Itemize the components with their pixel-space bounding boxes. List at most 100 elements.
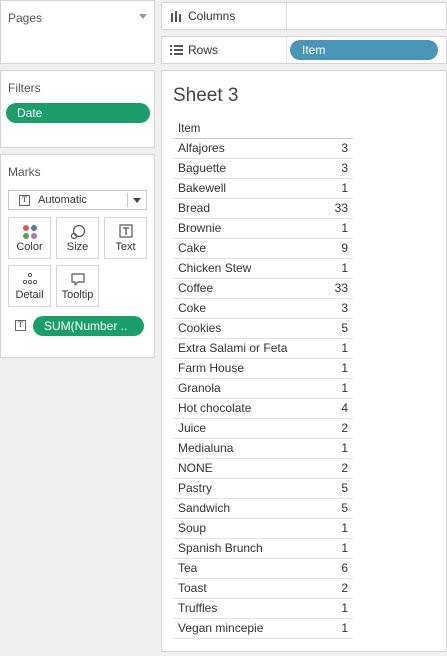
columns-shelf[interactable]: Columns bbox=[161, 2, 447, 30]
table-row[interactable]: Extra Salami or Feta 1 bbox=[173, 339, 353, 359]
tooltip-button[interactable]: Tooltip bbox=[56, 265, 99, 307]
dropdown-divider bbox=[127, 193, 128, 207]
marks-title: Marks bbox=[8, 165, 41, 179]
text-button[interactable]: Text bbox=[104, 217, 147, 259]
table-row[interactable]: Coke 3 bbox=[173, 299, 353, 319]
table-row[interactable]: Juice 2 bbox=[173, 419, 353, 439]
row-item-name[interactable]: Medialuna bbox=[178, 439, 233, 458]
row-value[interactable]: 5 bbox=[341, 479, 348, 498]
row-item-name[interactable]: Farm House bbox=[178, 359, 244, 378]
row-item-name[interactable]: Toast bbox=[178, 579, 207, 598]
row-item-name[interactable]: Baguette bbox=[178, 159, 226, 178]
table-row[interactable]: Bakewell 1 bbox=[173, 179, 353, 199]
row-item-name[interactable]: Granola bbox=[178, 379, 221, 398]
table-row[interactable]: Truffles 1 bbox=[173, 599, 353, 619]
row-item-name[interactable]: Chicken Stew bbox=[178, 259, 251, 278]
rows-shelf[interactable]: Rows Item bbox=[161, 36, 447, 64]
row-item-name[interactable]: Pastry bbox=[178, 479, 212, 498]
table-row[interactable]: Cake 9 bbox=[173, 239, 353, 259]
table-row[interactable]: Cookies 5 bbox=[173, 319, 353, 339]
row-item-name[interactable]: Soup bbox=[178, 519, 206, 538]
table-row[interactable]: Alfajores 3 bbox=[173, 139, 353, 159]
row-item-name[interactable]: Alfajores bbox=[178, 139, 225, 158]
row-value[interactable]: 9 bbox=[341, 239, 348, 258]
row-item-name[interactable]: Brownie bbox=[178, 219, 221, 238]
item-dimension-pill[interactable]: Item bbox=[290, 40, 438, 60]
row-item-name[interactable]: NONE bbox=[178, 459, 213, 478]
table-row[interactable]: Granola 1 bbox=[173, 379, 353, 399]
date-filter-pill[interactable]: Date bbox=[6, 103, 150, 123]
row-value[interactable]: 5 bbox=[341, 319, 348, 338]
row-value[interactable]: 6 bbox=[341, 559, 348, 578]
table-row[interactable]: Soup 1 bbox=[173, 519, 353, 539]
item-column-header[interactable]: Item bbox=[178, 123, 200, 135]
table-row[interactable]: Coffee 33 bbox=[173, 279, 353, 299]
row-value[interactable]: 3 bbox=[341, 159, 348, 178]
table-row[interactable]: Medialuna 1 bbox=[173, 439, 353, 459]
row-item-name[interactable]: Coke bbox=[178, 299, 206, 318]
table-row[interactable]: Hot chocolate 4 bbox=[173, 399, 353, 419]
detail-button[interactable]: Detail bbox=[8, 265, 51, 307]
chevron-down-icon[interactable] bbox=[139, 14, 147, 19]
row-item-name[interactable]: Bread bbox=[178, 199, 210, 218]
text-icon bbox=[118, 224, 133, 238]
row-item-name[interactable]: Hot chocolate bbox=[178, 399, 251, 418]
row-value[interactable]: 33 bbox=[335, 279, 348, 298]
row-value[interactable]: 2 bbox=[341, 579, 348, 598]
sum-number-pill[interactable]: SUM(Number .. bbox=[33, 316, 144, 336]
table-row[interactable]: Baguette 3 bbox=[173, 159, 353, 179]
row-value[interactable]: 5 bbox=[341, 499, 348, 518]
columns-label: Columns bbox=[188, 9, 236, 23]
mark-type-label: Automatic bbox=[38, 194, 87, 206]
crosstab-table: Alfajores 3 Baguette 3 Bakewell 1 Bread 33 Brown… bbox=[173, 138, 353, 639]
row-item-name[interactable]: Sandwich bbox=[178, 499, 230, 518]
row-value[interactable]: 1 bbox=[341, 339, 348, 358]
row-item-name[interactable]: Cookies bbox=[178, 319, 221, 338]
row-value[interactable]: 33 bbox=[335, 199, 348, 218]
row-value[interactable]: 2 bbox=[341, 459, 348, 478]
row-value[interactable]: 1 bbox=[341, 179, 348, 198]
table-row[interactable]: Brownie 1 bbox=[173, 219, 353, 239]
table-row[interactable]: Vegan mincepie 1 bbox=[173, 619, 353, 639]
row-item-name[interactable]: Truffles bbox=[178, 599, 217, 618]
row-item-name[interactable]: Coffee bbox=[178, 279, 213, 298]
row-value[interactable]: 1 bbox=[341, 539, 348, 558]
table-row[interactable]: Sandwich 5 bbox=[173, 499, 353, 519]
table-row[interactable]: Bread 33 bbox=[173, 199, 353, 219]
table-row[interactable]: NONE 2 bbox=[173, 459, 353, 479]
size-icon bbox=[70, 224, 85, 240]
worksheet-view: Sheet 3 Item Alfajores 3 Baguette 3 Bakewell… bbox=[161, 70, 447, 652]
table-row[interactable]: Toast 2 bbox=[173, 579, 353, 599]
row-item-name[interactable]: Extra Salami or Feta bbox=[178, 339, 287, 358]
row-value[interactable]: 2 bbox=[341, 419, 348, 438]
table-row[interactable]: Farm House 1 bbox=[173, 359, 353, 379]
row-item-name[interactable]: Tea bbox=[178, 559, 197, 578]
row-value[interactable]: 1 bbox=[341, 619, 348, 638]
row-item-name[interactable]: Bakewell bbox=[178, 179, 226, 198]
row-value[interactable]: 1 bbox=[341, 359, 348, 378]
table-row[interactable]: Tea 6 bbox=[173, 559, 353, 579]
row-value[interactable]: 1 bbox=[341, 599, 348, 618]
table-row[interactable]: Chicken Stew 1 bbox=[173, 259, 353, 279]
row-item-name[interactable]: Vegan mincepie bbox=[178, 619, 263, 638]
pages-title: Pages bbox=[8, 11, 43, 25]
table-row[interactable]: Pastry 5 bbox=[173, 479, 353, 499]
sheet-title: Sheet 3 bbox=[173, 85, 239, 106]
pages-card: Pages bbox=[0, 0, 155, 64]
row-item-name[interactable]: Juice bbox=[178, 419, 206, 438]
row-value[interactable]: 1 bbox=[341, 259, 348, 278]
row-value[interactable]: 3 bbox=[341, 299, 348, 318]
row-value[interactable]: 4 bbox=[341, 399, 348, 418]
row-item-name[interactable]: Spanish Brunch bbox=[178, 539, 263, 558]
row-value[interactable]: 3 bbox=[341, 139, 348, 158]
color-button[interactable]: Color bbox=[8, 217, 51, 259]
rows-shelf-label: Rows bbox=[162, 37, 287, 63]
row-value[interactable]: 1 bbox=[341, 439, 348, 458]
row-value[interactable]: 1 bbox=[341, 379, 348, 398]
row-value[interactable]: 1 bbox=[341, 219, 348, 238]
row-value[interactable]: 1 bbox=[341, 519, 348, 538]
row-item-name[interactable]: Cake bbox=[178, 239, 206, 258]
size-button[interactable]: Size bbox=[56, 217, 99, 259]
table-row[interactable]: Spanish Brunch 1 bbox=[173, 539, 353, 559]
mark-type-dropdown[interactable]: T Automatic bbox=[8, 190, 147, 210]
